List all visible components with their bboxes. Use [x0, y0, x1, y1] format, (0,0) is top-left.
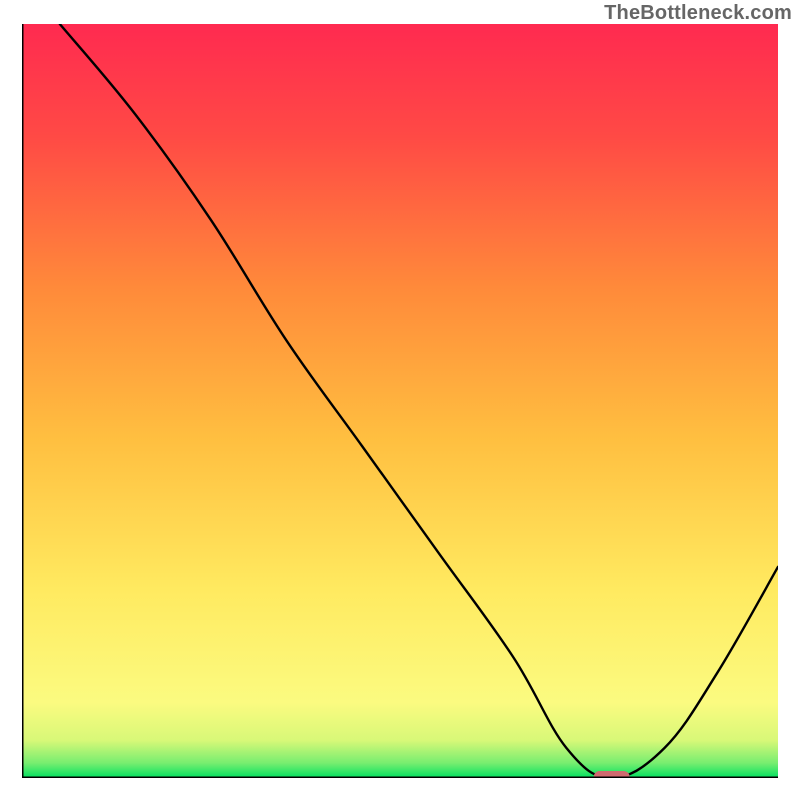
chart-svg — [22, 24, 778, 778]
chart-container: TheBottleneck.com — [0, 0, 800, 800]
chart-plot-area — [22, 24, 778, 778]
gradient-background — [22, 24, 778, 778]
watermark-text: TheBottleneck.com — [604, 2, 792, 25]
